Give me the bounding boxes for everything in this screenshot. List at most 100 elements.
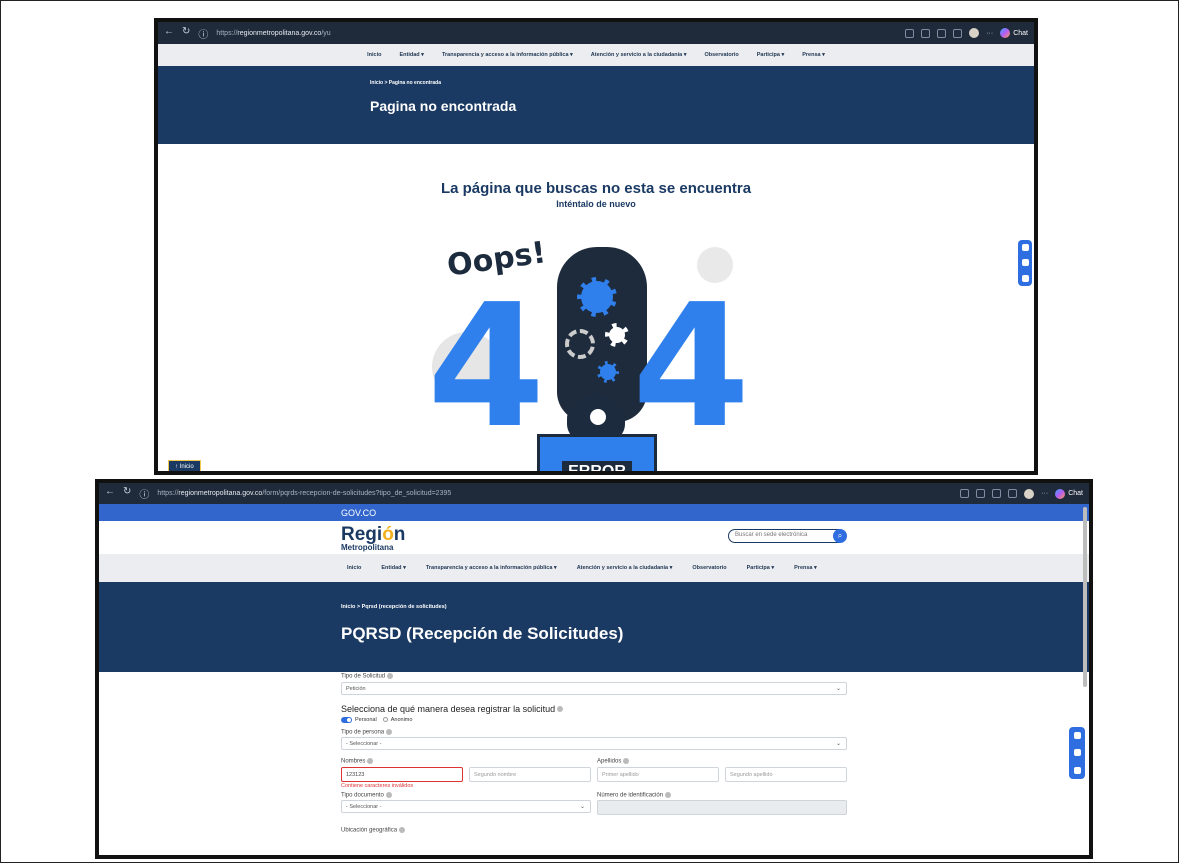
- chevron-down-icon: ⌄: [835, 741, 841, 748]
- menu-item-inicio[interactable]: Inicio: [367, 52, 381, 58]
- menu-item-prensa[interactable]: Prensa ▾: [802, 52, 825, 58]
- tipo-solicitud-label: Tipo de Solicitud: [341, 673, 847, 680]
- menu-item-prensa[interactable]: Prensa ▾: [794, 565, 817, 571]
- menu-item-inicio[interactable]: Inicio: [347, 565, 361, 571]
- menu-item-participa[interactable]: Participa ▾: [747, 565, 775, 571]
- help-icon[interactable]: [399, 827, 406, 834]
- gear-icon: [565, 329, 595, 359]
- reader-icon[interactable]: [976, 489, 986, 498]
- pqrsd-form-screen: ← ↻ ⓘ https://regionmetropolitana.gov.co…: [95, 479, 1093, 859]
- robot-eye: [587, 406, 609, 428]
- anonimo-radio[interactable]: [382, 717, 388, 723]
- main-menu: Inicio Entidad ▾ Transparencia y acceso …: [99, 554, 1089, 582]
- help-icon[interactable]: [386, 728, 393, 735]
- tipo-persona-select[interactable]: - Seleccionar - ⌄: [341, 737, 847, 751]
- page-header: Inicio > Pagina no encontrada Pagina no …: [158, 66, 1034, 144]
- more-icon[interactable]: ···: [986, 30, 993, 37]
- favorite-star-icon[interactable]: [992, 489, 1002, 498]
- accessibility-tab[interactable]: [1018, 240, 1032, 286]
- tipo-solicitud-select[interactable]: Petición ⌄: [341, 681, 847, 695]
- nombres-error: Contiene caracteres inválidos: [341, 782, 414, 789]
- zoom-icon[interactable]: [960, 489, 970, 498]
- segundo-nombre-input[interactable]: Segundo nombre: [469, 766, 591, 782]
- page-title: PQRSD (Recepción de Solicitudes): [341, 624, 624, 643]
- zoom-icon[interactable]: [905, 28, 915, 38]
- region-metropolitana-logo[interactable]: Región Metropolitana: [341, 525, 405, 552]
- address-bar[interactable]: https://regionmetropolitana.gov.co/yu: [216, 30, 330, 37]
- registro-title: Selecciona de qué manera desea registrar…: [341, 704, 847, 714]
- composite-screenshot: ← ↻ ⓘ https://regionmetropolitana.gov.co…: [0, 0, 1179, 863]
- back-to-top-button[interactable]: ↑ Inicio: [168, 460, 201, 471]
- back-icon[interactable]: ←: [105, 486, 115, 501]
- copilot-chat-button[interactable]: Chat: [1000, 28, 1028, 38]
- apellidos-label: Apellidos: [597, 758, 847, 765]
- font-increase-icon[interactable]: [1021, 274, 1029, 282]
- nombres-label: Nombres: [341, 758, 591, 765]
- breadcrumb[interactable]: Inicio > Pagina no encontrada: [370, 80, 1034, 86]
- gov-co-logo[interactable]: GOV.CO: [341, 508, 376, 518]
- more-icon[interactable]: ···: [1041, 490, 1048, 497]
- font-decrease-icon[interactable]: [1073, 749, 1081, 757]
- ubicacion-label: Ubicación geográfica: [341, 827, 847, 834]
- tipo-documento-label: Tipo documento: [341, 791, 591, 798]
- profile-avatar[interactable]: [969, 28, 980, 38]
- reload-icon[interactable]: ↻: [123, 486, 131, 501]
- pqrsd-form: Tipo de Solicitud Petición ⌄ Selecciona d…: [341, 673, 847, 834]
- menu-item-entidad[interactable]: Entidad ▾: [381, 565, 405, 571]
- collections-icon[interactable]: [953, 28, 963, 38]
- favorite-star-icon[interactable]: [937, 28, 947, 38]
- segundo-apellido-input[interactable]: Segundo apellido: [725, 766, 847, 782]
- help-icon[interactable]: [557, 706, 564, 713]
- menu-item-entidad[interactable]: Entidad ▾: [399, 52, 423, 58]
- breadcrumb[interactable]: Inicio > Pqrsd (recepción de solicitudes…: [341, 604, 1089, 610]
- contrast-icon[interactable]: [1021, 244, 1029, 252]
- gear-icon: [597, 361, 619, 383]
- reload-icon[interactable]: ↻: [182, 26, 190, 41]
- chevron-down-icon: ⌄: [579, 804, 585, 811]
- menu-item-observatorio[interactable]: Observatorio: [704, 52, 738, 58]
- accessibility-tab[interactable]: [1069, 727, 1085, 779]
- copilot-chat-button[interactable]: Chat: [1055, 488, 1083, 499]
- gear-icon: [605, 323, 629, 347]
- tipo-documento-select[interactable]: - Seleccionar - ⌄: [341, 800, 591, 814]
- numero-id-input[interactable]: [597, 800, 847, 816]
- help-icon[interactable]: [385, 791, 392, 798]
- help-icon[interactable]: [367, 758, 374, 765]
- chevron-down-icon: ⌄: [835, 685, 841, 692]
- menu-item-observatorio[interactable]: Observatorio: [692, 565, 726, 571]
- primer-apellido-input[interactable]: Primer apellido: [597, 766, 719, 782]
- numero-id-label: Número de identificación: [597, 791, 847, 798]
- collections-icon[interactable]: [1008, 489, 1018, 498]
- main-menu: Inicio Entidad ▾ Transparencia y acceso …: [158, 44, 1034, 66]
- help-icon[interactable]: [387, 673, 394, 679]
- profile-avatar[interactable]: [1024, 488, 1035, 499]
- menu-item-atencion[interactable]: Atención y servicio a la ciudadanía ▾: [577, 565, 673, 571]
- digit-four-left: 4: [427, 268, 546, 466]
- address-bar[interactable]: https://regionmetropolitana.gov.co/form/…: [157, 490, 451, 497]
- browser-toolbar: ← ↻ ⓘ https://regionmetropolitana.gov.co…: [158, 22, 1034, 44]
- page-header: Inicio > Pqrsd (recepción de solicitudes…: [99, 582, 1089, 672]
- help-icon[interactable]: [665, 791, 672, 798]
- back-icon[interactable]: ←: [164, 26, 174, 41]
- reader-icon[interactable]: [921, 28, 931, 38]
- info-icon[interactable]: ⓘ: [139, 486, 149, 501]
- contrast-icon[interactable]: [1073, 732, 1081, 740]
- font-decrease-icon[interactable]: [1021, 259, 1029, 267]
- personal-toggle[interactable]: [341, 716, 352, 723]
- search-icon[interactable]: ⌕: [833, 529, 847, 543]
- menu-item-atencion[interactable]: Atención y servicio a la ciudadanía ▾: [591, 52, 687, 58]
- font-increase-icon[interactable]: [1073, 766, 1081, 774]
- search-input[interactable]: Buscar en sede electrónica ⌕: [728, 529, 847, 543]
- copilot-icon: [1055, 488, 1066, 499]
- info-icon[interactable]: ⓘ: [198, 26, 208, 41]
- help-icon[interactable]: [623, 758, 630, 765]
- error-404-screen: ← ↻ ⓘ https://regionmetropolitana.gov.co…: [154, 18, 1038, 475]
- primer-nombre-input[interactable]: 123123: [341, 766, 463, 782]
- scrollbar[interactable]: [1083, 507, 1087, 687]
- error-sign: ERROR: [537, 434, 657, 471]
- not-found-heading: La página que buscas no esta se encuentr…: [440, 180, 752, 197]
- menu-item-participa[interactable]: Participa ▾: [757, 52, 785, 58]
- personal-label: Personal: [355, 716, 377, 723]
- menu-item-transparencia[interactable]: Transparencia y acceso a la información …: [426, 565, 557, 571]
- menu-item-transparencia[interactable]: Transparencia y acceso a la información …: [442, 52, 573, 58]
